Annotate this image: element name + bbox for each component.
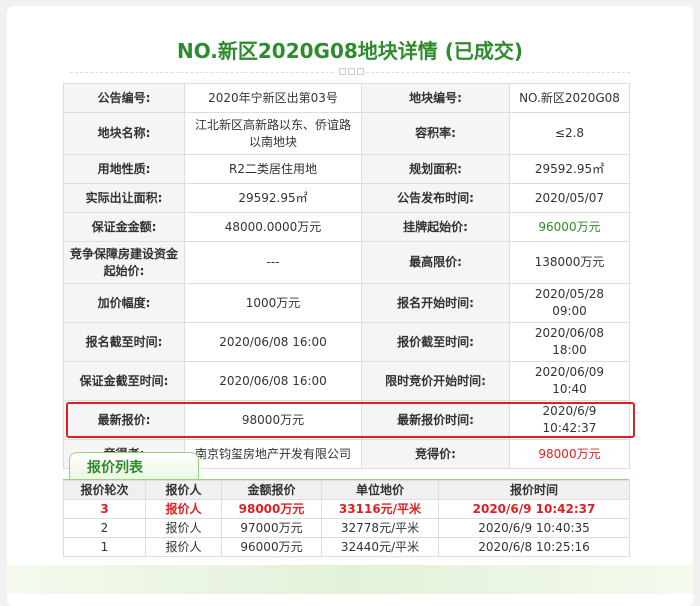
header-bid-time: 报价时间 [438, 480, 630, 500]
value-latest-price-time: 2020/6/9 10:42:37 [509, 400, 630, 440]
bid-bidder: 报价人 [145, 537, 222, 557]
bid-amount: 97000万元 [221, 518, 322, 538]
bid-header-row: 报价轮次 报价人 金额报价 单位地价 报价时间 [63, 480, 630, 500]
bid-time: 2020/6/9 10:42:37 [438, 499, 630, 519]
bid-unit-price: 32778元/平米 [321, 518, 439, 538]
value-start-price: 96000万元 [509, 212, 630, 242]
bid-round: 2 [63, 518, 146, 538]
label-winning-price: 竞得价: [361, 439, 510, 469]
bid-time: 2020/6/8 10:25:16 [438, 537, 630, 557]
label-parcel-name: 地块名称: [63, 112, 185, 155]
bid-amount: 98000万元 [221, 499, 322, 519]
value-planned-area: 29592.95㎡ [509, 154, 630, 184]
header-round: 报价轮次 [63, 480, 146, 500]
bid-unit-price: 33116元/平米 [321, 499, 439, 519]
bid-unit-price: 32440元/平米 [321, 537, 439, 557]
value-publish-date: 2020/05/07 [509, 183, 630, 213]
value-latest-price: 98000万元 [184, 400, 362, 440]
label-start-price: 挂牌起始价: [361, 212, 510, 242]
value-parcel-no: NO.新区2020G08 [509, 83, 630, 113]
label-deposit-deadline: 保证金截至时间: [63, 361, 185, 401]
label-deposit: 保证金金额: [63, 212, 185, 242]
value-parcel-name: 江北新区高新路以东、侨谊路以南地块 [184, 112, 362, 155]
label-actual-area: 实际出让面积: [63, 183, 185, 213]
info-row: 实际出让面积: 29592.95㎡ 公告发布时间: 2020/05/07 [63, 183, 630, 213]
value-deposit-deadline: 2020/06/08 16:00 [184, 361, 362, 401]
info-row: 竞争保障房建设资金起始价: --- 最高限价: 138000万元 [63, 241, 630, 284]
info-row: 加价幅度: 1000万元 报名开始时间: 2020/05/28 09:00 [63, 283, 630, 323]
value-deposit: 48000.0000万元 [184, 212, 362, 242]
table-row: 2 报价人 97000万元 32778元/平米 2020/6/9 10:40:3… [63, 518, 630, 538]
bid-bidder: 报价人 [145, 499, 222, 519]
info-row: 地块名称: 江北新区高新路以东、侨谊路以南地块 容积率: ≤2.8 [63, 112, 630, 155]
value-housing-fund-start: --- [184, 241, 362, 284]
page-title: NO.新区2020G08地块详情 (已成交) [176, 39, 524, 63]
label-increment: 加价幅度: [63, 283, 185, 323]
value-signup-start: 2020/05/28 09:00 [509, 283, 630, 323]
label-signup-start: 报名开始时间: [361, 283, 510, 323]
bid-time: 2020/6/9 10:40:35 [438, 518, 630, 538]
info-row: 用地性质: R2二类居住用地 规划面积: 29592.95㎡ [63, 154, 630, 184]
info-row: 公告编号: 2020年宁新区出第03号 地块编号: NO.新区2020G08 [63, 83, 630, 113]
table-row: 3 报价人 98000万元 33116元/平米 2020/6/9 10:42:3… [63, 499, 630, 519]
info-row: 保证金截至时间: 2020/06/08 16:00 限时竞价开始时间: 2020… [63, 361, 630, 401]
label-timed-bid-start: 限时竞价开始时间: [361, 361, 510, 401]
label-announcement-no: 公告编号: [63, 83, 185, 113]
label-plot-ratio: 容积率: [361, 112, 510, 155]
label-latest-price: 最新报价: [63, 400, 185, 440]
bid-round: 1 [63, 537, 146, 557]
header-bidder: 报价人 [145, 480, 222, 500]
value-max-price: 138000万元 [509, 241, 630, 284]
label-bid-end: 报价截至时间: [361, 322, 510, 362]
table-row: 1 报价人 96000万元 32440元/平米 2020/6/8 10:25:1… [63, 537, 630, 557]
label-latest-price-time: 最新报价时间: [361, 400, 510, 440]
info-row: 保证金金额: 48000.0000万元 挂牌起始价: 96000万元 [63, 212, 630, 242]
info-row: 最新报价: 98000万元 最新报价时间: 2020/6/9 10:42:37 [63, 400, 630, 440]
decorative-footer-band [7, 565, 693, 594]
label-max-price: 最高限价: [361, 241, 510, 284]
value-announcement-no: 2020年宁新区出第03号 [184, 83, 362, 113]
bid-amount: 96000万元 [221, 537, 322, 557]
label-land-use: 用地性质: [63, 154, 185, 184]
bid-bidder: 报价人 [145, 518, 222, 538]
value-plot-ratio: ≤2.8 [509, 112, 630, 155]
value-actual-area: 29592.95㎡ [184, 183, 362, 213]
header-unit-price: 单位地价 [321, 480, 439, 500]
divider-ornament [336, 68, 366, 77]
label-parcel-no: 地块编号: [361, 83, 510, 113]
label-signup-end: 报名截至时间: [63, 322, 185, 362]
value-winner: 南京钧玺房地产开发有限公司 [184, 439, 362, 469]
label-planned-area: 规划面积: [361, 154, 510, 184]
value-winning-price: 98000万元 [509, 439, 630, 469]
bid-round: 3 [63, 499, 146, 519]
value-land-use: R2二类居住用地 [184, 154, 362, 184]
parcel-info-table: 公告编号: 2020年宁新区出第03号 地块编号: NO.新区2020G08 地… [63, 83, 630, 469]
label-publish-date: 公告发布时间: [361, 183, 510, 213]
bid-list-table: 报价轮次 报价人 金额报价 单位地价 报价时间 3 报价人 98000万元 33… [63, 480, 630, 557]
value-timed-bid-start: 2020/06/09 10:40 [509, 361, 630, 401]
value-signup-end: 2020/06/08 16:00 [184, 322, 362, 362]
value-increment: 1000万元 [184, 283, 362, 323]
value-bid-end: 2020/06/08 18:00 [509, 322, 630, 362]
info-row: 报名截至时间: 2020/06/08 16:00 报价截至时间: 2020/06… [63, 322, 630, 362]
header-amount: 金额报价 [221, 480, 322, 500]
tab-bid-list[interactable]: 报价列表 [69, 452, 199, 480]
label-housing-fund-start: 竞争保障房建设资金起始价: [63, 241, 185, 284]
